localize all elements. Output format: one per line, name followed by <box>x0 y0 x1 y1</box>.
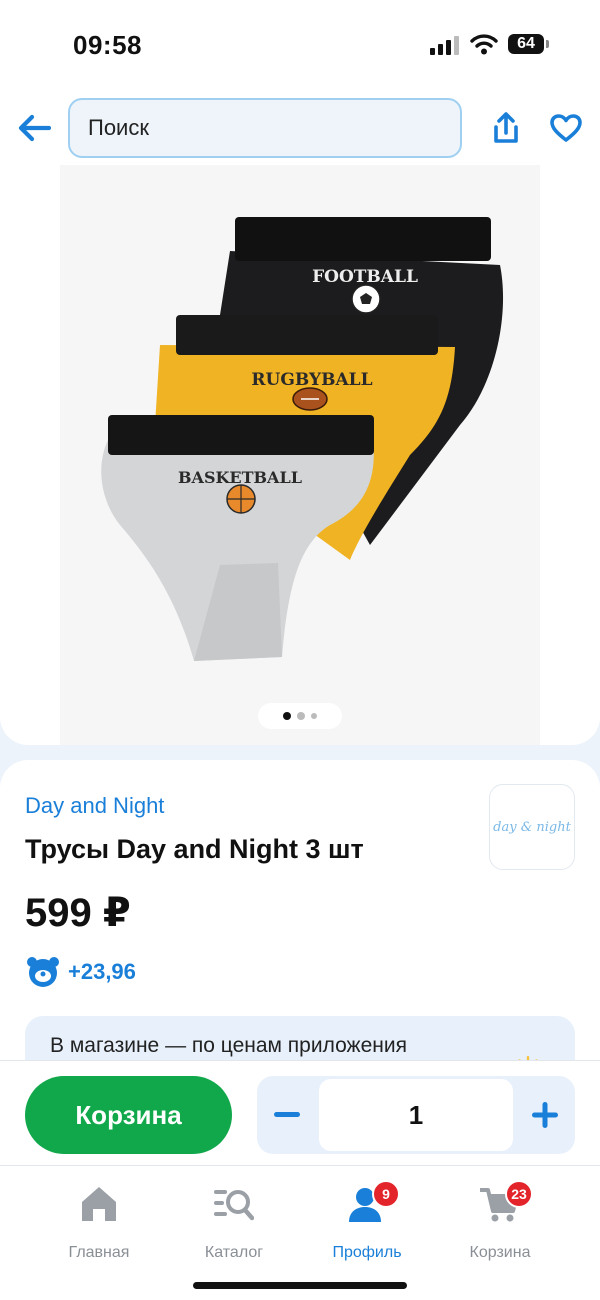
share-icon <box>494 112 518 143</box>
tab-label-catalog: Каталог <box>204 1244 264 1261</box>
profile-badge: 9 <box>372 1180 400 1208</box>
top-header: Поиск <box>0 90 600 165</box>
share-button[interactable] <box>486 108 526 148</box>
print-basketball: BASKETBALL <box>178 468 302 487</box>
heart-icon <box>550 114 582 142</box>
tab-cart[interactable]: 23 Корзина <box>445 1180 555 1264</box>
product-title: Трусы Day and Night 3 шт <box>25 834 364 864</box>
favorite-button[interactable] <box>546 108 586 148</box>
tab-label-profile: Профиль <box>332 1244 402 1261</box>
plus-icon <box>532 1102 558 1128</box>
brand-logo-image: day & night <box>493 820 571 835</box>
cellular-signal-icon <box>430 36 459 55</box>
add-to-cart-button[interactable]: Корзина <box>25 1076 232 1154</box>
arrow-left-icon <box>18 114 51 142</box>
tab-profile[interactable]: 9 Профиль <box>312 1180 422 1264</box>
product-price: 599 ₽ <box>25 891 131 935</box>
search-input[interactable]: Поиск <box>68 98 462 158</box>
store-banner-text: В магазине — по ценам приложения <box>50 1034 407 1057</box>
catalog-search-icon <box>214 1190 254 1221</box>
quantity-value[interactable]: 1 <box>319 1079 513 1151</box>
pagination-dot-2[interactable] <box>297 712 305 720</box>
quantity-decrease-button[interactable] <box>257 1076 317 1154</box>
pagination-dot-3[interactable] <box>311 713 317 719</box>
quantity-increase-button[interactable] <box>515 1076 575 1154</box>
pagination-dot-1[interactable] <box>283 712 291 720</box>
print-rugbyball: RUGBYBALL <box>251 370 372 390</box>
wifi-icon <box>470 34 498 55</box>
tab-home[interactable]: Главная <box>44 1184 154 1264</box>
status-bar: 09:58 64 <box>0 0 600 90</box>
briefs-illustration: FOOTBALL RUGBYBALL BASKETBALL <box>101 217 504 661</box>
status-time: 09:58 <box>73 30 142 60</box>
tab-label-home: Главная <box>68 1244 130 1261</box>
brand-link[interactable]: Day and Night <box>25 793 164 819</box>
search-placeholder: Поиск <box>88 115 149 140</box>
cart-badge: 23 <box>505 1180 533 1208</box>
print-football: FOOTBALL <box>312 267 418 287</box>
bonus-bear-icon <box>27 957 59 987</box>
product-image[interactable]: FOOTBALL RUGBYBALL BASKETBALL <box>60 165 540 745</box>
quantity-stepper: 1 <box>257 1076 575 1154</box>
gallery-pagination[interactable] <box>258 703 342 729</box>
purchase-action-bar: Корзина 1 <box>0 1060 600 1165</box>
bottom-tab-bar: Главная Каталог 9 Профиль 23 Корзина <box>0 1165 600 1300</box>
minus-icon <box>274 1112 300 1117</box>
home-icon <box>82 1187 116 1221</box>
home-indicator <box>193 1282 407 1289</box>
back-button[interactable] <box>14 108 54 148</box>
brand-logo[interactable]: day & night <box>489 784 575 870</box>
store-price-banner[interactable]: В магазине — по ценам приложения <box>25 1016 575 1065</box>
svg-text:day & night: day & night <box>493 820 571 835</box>
bonus-points: +23,96 <box>68 959 136 984</box>
tab-label-cart: Корзина <box>469 1244 531 1261</box>
battery-indicator: 64 <box>508 34 544 54</box>
product-info-card: Day and Night Трусы Day and Night 3 шт 5… <box>0 760 600 1065</box>
tab-catalog[interactable]: Каталог <box>179 1184 289 1264</box>
product-gallery[interactable]: FOOTBALL RUGBYBALL BASKETBALL <box>0 165 600 745</box>
battery-cap <box>546 40 549 48</box>
